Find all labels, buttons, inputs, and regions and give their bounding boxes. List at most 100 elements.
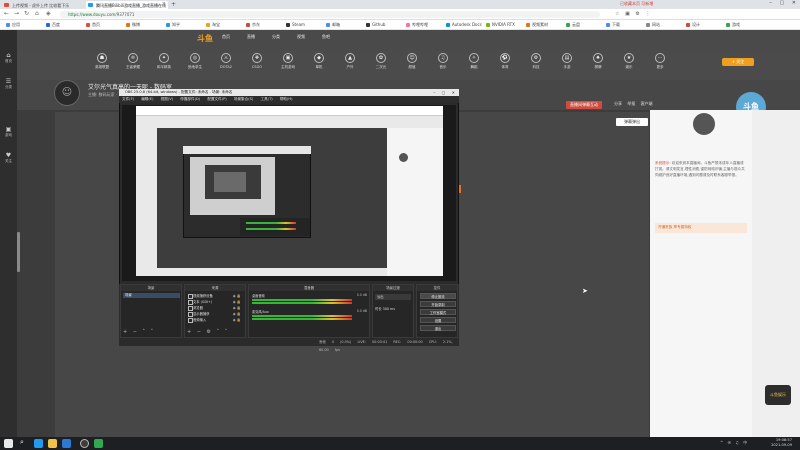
category-item[interactable]: ⚽ 体育 bbox=[492, 53, 518, 70]
browser-tab[interactable]: 上传视频 - 虎扑上传 比较看下乐 bbox=[2, 1, 82, 9]
close-tab-icon[interactable]: × bbox=[162, 1, 166, 8]
site-logo[interactable]: 斗鱼 bbox=[197, 33, 213, 44]
sidebar-item-home[interactable]: ⌂ 首页 bbox=[2, 52, 15, 64]
bookmark-item[interactable]: 游戏 bbox=[726, 22, 740, 28]
obs-app-icon[interactable] bbox=[80, 439, 89, 448]
bookmark-item[interactable]: NVIDIA RTX bbox=[486, 22, 515, 27]
file-explorer-icon[interactable] bbox=[48, 439, 57, 448]
category-item[interactable]: ▤ 手游 bbox=[554, 53, 580, 70]
bookmark-item[interactable]: 下载 bbox=[606, 22, 620, 28]
sidebar-scrollbar[interactable] bbox=[17, 232, 20, 272]
scene-item[interactable]: 场景 bbox=[123, 293, 180, 298]
bookmark-item[interactable]: 知乎 bbox=[166, 22, 180, 28]
bookmark-item[interactable]: 微博 bbox=[126, 22, 140, 28]
room-link[interactable]: 分享 bbox=[614, 101, 622, 106]
search-icon[interactable]: ⌕ bbox=[20, 438, 24, 447]
system-tray[interactable]: ^ ✉ ♫ 中 bbox=[720, 440, 747, 446]
exit-button[interactable]: 退出 bbox=[420, 325, 456, 331]
follow-button[interactable]: + 关注 bbox=[722, 58, 754, 66]
obs-window-controls[interactable]: – ▢ ✕ bbox=[433, 89, 455, 96]
window-controls[interactable]: – ▢ ✕ bbox=[769, 0, 796, 6]
sidebar-item-category[interactable]: ☰ 分类 bbox=[2, 78, 15, 90]
obs-menu-item[interactable]: 视图(V) bbox=[161, 97, 173, 101]
room-action-button[interactable]: 直播间弹幕互动 bbox=[566, 101, 602, 109]
obs-menu-item[interactable]: 场景集合(S) bbox=[234, 97, 253, 101]
back-icon[interactable]: ← bbox=[4, 10, 9, 17]
site-nav-item[interactable]: 直播 bbox=[247, 34, 255, 40]
transition-duration[interactable]: 时长 300 ms bbox=[375, 306, 395, 311]
mascot-floating-widget[interactable]: 斗鱼娱乐 bbox=[765, 385, 791, 405]
bookmark-item[interactable]: Github bbox=[366, 22, 385, 27]
bookmark-item[interactable]: 设计 bbox=[686, 22, 700, 28]
category-item[interactable]: ◆ 单机 bbox=[306, 53, 332, 70]
edge-browser-icon[interactable] bbox=[34, 439, 43, 448]
studio-mode-button[interactable]: 工作室模式 bbox=[420, 309, 456, 315]
sidebar-item-follow[interactable]: ♥ 关注 bbox=[2, 152, 15, 164]
app-icon[interactable] bbox=[62, 439, 71, 448]
site-nav-item[interactable]: 分类 bbox=[272, 34, 280, 40]
bookmark-item[interactable]: Steam bbox=[286, 22, 305, 27]
category-item[interactable]: ▲ 户外 bbox=[337, 53, 363, 70]
bookmark-item[interactable]: 哔哩哔哩 bbox=[406, 22, 428, 28]
category-item[interactable]: ⚔ DOTA2 bbox=[213, 53, 239, 69]
category-item[interactable]: ⋯ 更多 bbox=[647, 53, 673, 70]
category-item[interactable]: ☺ 颜值 bbox=[399, 53, 425, 70]
transition-select[interactable]: 淡出 bbox=[375, 294, 411, 300]
new-tab-icon[interactable]: + bbox=[171, 1, 176, 8]
sidebar-item-games[interactable]: ▣ 游戏 bbox=[2, 126, 15, 138]
bookmark-item[interactable]: 淘宝 bbox=[206, 22, 220, 28]
url-input[interactable]: https://www.douyu.com/9377071 bbox=[60, 11, 600, 18]
bookmark-item[interactable]: 应用 bbox=[6, 22, 20, 28]
bookmark-item[interactable]: Autodesk Docs bbox=[446, 22, 482, 27]
room-link[interactable]: 客户端 bbox=[641, 101, 653, 106]
browser-tools[interactable]: ☆ ▣ ⚙ ⋮ bbox=[615, 11, 650, 17]
settings-button[interactable]: 设置 bbox=[420, 317, 456, 323]
category-item[interactable]: ◎ 绝地求生 bbox=[182, 53, 208, 70]
source-item[interactable]: 音频输入 ◉ 🔒 bbox=[187, 317, 244, 323]
category-item[interactable]: ♫ 音乐 bbox=[430, 53, 456, 70]
start-recording-button[interactable]: 开始录制 bbox=[420, 301, 456, 307]
bookmark-item[interactable]: 邮箱 bbox=[326, 22, 340, 28]
popup-danmaku-button[interactable]: 弹幕弹出 bbox=[616, 118, 648, 126]
bookmark-item[interactable]: 视频素材 bbox=[526, 22, 548, 28]
taskbar-clock[interactable]: 19:08:57 2021-09-09 bbox=[771, 438, 792, 448]
category-item[interactable]: ★ 娱乐 bbox=[616, 53, 642, 70]
obs-menu-item[interactable]: 配置文件(P) bbox=[207, 97, 226, 101]
category-item[interactable]: ⚙ 科技 bbox=[523, 53, 549, 70]
home-icon[interactable]: ⌂ bbox=[35, 10, 39, 17]
bookmark-item[interactable]: 云盘 bbox=[566, 22, 580, 28]
source-tools[interactable]: + − ⚙ ˄ ˅ bbox=[187, 329, 227, 335]
site-nav-item[interactable]: 首页 bbox=[222, 34, 230, 40]
bookmark-item[interactable]: 百度 bbox=[46, 22, 60, 28]
category-item[interactable]: ✚ CSGO bbox=[244, 53, 270, 69]
category-item[interactable]: ♠ 棋牌 bbox=[585, 53, 611, 70]
obs-menu-item[interactable]: 工具(T) bbox=[261, 97, 273, 101]
stop-streaming-button[interactable]: 停止推流 bbox=[420, 293, 456, 299]
category-item[interactable]: ✧ 舞蹈 bbox=[461, 53, 487, 70]
room-link[interactable]: 举报 bbox=[627, 101, 635, 106]
browser-tab-active[interactable]: 腾讯直播Bilibili游戏直播_游戏直播在线 × bbox=[86, 1, 168, 9]
bookmark-item[interactable]: 网站 bbox=[646, 22, 660, 28]
forward-icon[interactable]: → bbox=[14, 10, 19, 17]
category-item[interactable]: ▣ 主机游戏 bbox=[275, 53, 301, 70]
scene-tools[interactable]: + − ˄ ˅ bbox=[123, 329, 153, 335]
windows-start-icon[interactable] bbox=[4, 439, 13, 448]
obs-menu-item[interactable]: 帮助(H) bbox=[280, 97, 293, 101]
category-item[interactable]: ♔ 王者荣耀 bbox=[120, 53, 146, 70]
category-item[interactable]: ✿ 二次元 bbox=[368, 53, 394, 70]
obs-menu-item[interactable]: 停靠部件(D) bbox=[180, 97, 200, 101]
bookmark-item[interactable]: 京东 bbox=[246, 22, 260, 28]
anchor-avatar[interactable] bbox=[693, 113, 715, 135]
category-item[interactable]: ✦ 和平精英 bbox=[151, 53, 177, 70]
chrome-app-icon[interactable] bbox=[94, 439, 103, 448]
streamer-avatar[interactable]: ☺ bbox=[54, 80, 80, 106]
eye-icon[interactable]: ◉ 🔒 bbox=[233, 317, 241, 323]
category-item[interactable]: ☗ 英雄联盟 bbox=[89, 53, 115, 70]
noble-banner[interactable]: 开通贵族 享专属特权 bbox=[655, 223, 747, 233]
site-nav-item[interactable]: 视频 bbox=[297, 34, 305, 40]
site-nav-item[interactable]: 鱼吧 bbox=[322, 34, 330, 40]
bookmark-item[interactable]: 首页 bbox=[86, 22, 100, 28]
obs-menu-item[interactable]: 文件(F) bbox=[122, 97, 134, 101]
obs-menu-item[interactable]: 编辑(E) bbox=[141, 97, 153, 101]
reload-icon[interactable]: ↻ bbox=[24, 10, 29, 17]
